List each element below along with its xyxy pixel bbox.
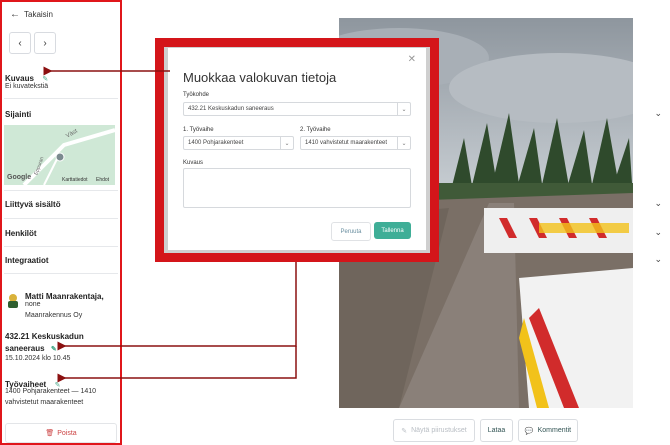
annotation-arrows bbox=[43, 66, 297, 383]
arrow-line bbox=[57, 262, 297, 351]
arrow-line bbox=[57, 346, 297, 383]
